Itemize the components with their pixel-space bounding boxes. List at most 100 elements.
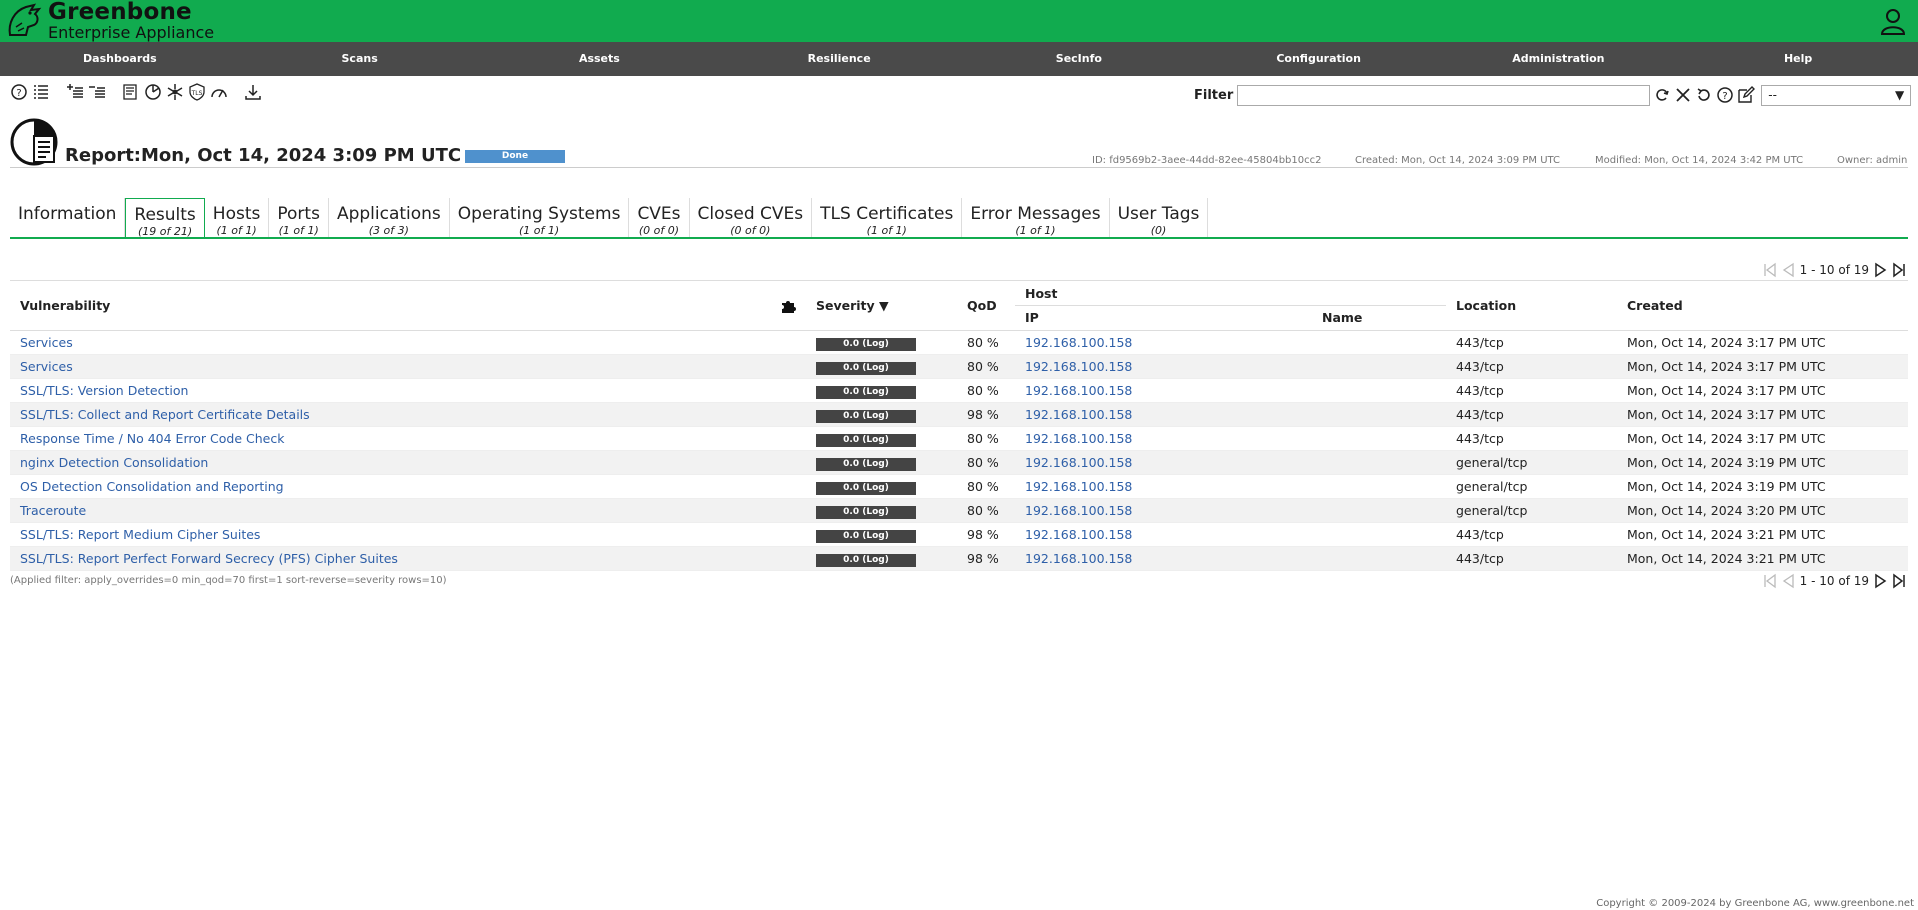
task-icon[interactable]: [122, 83, 140, 101]
tab-cves[interactable]: CVEs (0 of 0): [629, 198, 690, 238]
vulnerabilities-icon[interactable]: [166, 83, 184, 101]
table-row: Response Time / No 404 Error Code Check 0…: [10, 426, 1908, 451]
tab-results[interactable]: Results (19 of 21): [125, 198, 205, 238]
next-page-icon[interactable]: [1873, 262, 1889, 278]
previous-page-icon[interactable]: [1780, 262, 1796, 278]
col-name[interactable]: Name: [1312, 306, 1446, 330]
last-page-icon[interactable]: [1891, 262, 1907, 278]
col-severity[interactable]: Severity ▼: [806, 281, 957, 331]
host-ip-link[interactable]: 192.168.100.158: [1025, 551, 1132, 566]
vulnerability-link[interactable]: Response Time / No 404 Error Code Check: [20, 431, 284, 446]
vulnerability-link[interactable]: SSL/TLS: Version Detection: [20, 383, 188, 398]
refresh-icon[interactable]: [1653, 86, 1671, 104]
tab-operating-systems[interactable]: Operating Systems (1 of 1): [450, 198, 630, 238]
brand-name: Greenbone: [48, 0, 192, 25]
tab-tls-certificates[interactable]: TLS Certificates (1 of 1): [812, 198, 963, 238]
filter-help-icon[interactable]: ?: [1716, 86, 1734, 104]
first-page-icon[interactable]: [1762, 262, 1778, 278]
reset-filter-icon[interactable]: [1695, 86, 1713, 104]
vulnerability-link[interactable]: Services: [20, 335, 73, 350]
table-row: nginx Detection Consolidation 0.0 (Log) 80…: [10, 450, 1908, 475]
severity-bar: 0.0 (Log): [816, 482, 916, 495]
qod-value: 80 %: [957, 426, 1015, 451]
vulnerability-link[interactable]: Services: [20, 359, 73, 374]
next-page-icon[interactable]: [1873, 573, 1889, 589]
qod-value: 80 %: [957, 378, 1015, 403]
vulnerability-link[interactable]: SSL/TLS: Report Medium Cipher Suites: [20, 527, 260, 542]
col-vulnerability[interactable]: Vulnerability: [10, 281, 806, 331]
host-ip-link[interactable]: 192.168.100.158: [1025, 359, 1132, 374]
tab-hosts[interactable]: Hosts (1 of 1): [205, 198, 270, 238]
tab-information[interactable]: Information: [10, 198, 126, 238]
nav-assets[interactable]: Assets: [480, 42, 720, 76]
host-ip-link[interactable]: 192.168.100.158: [1025, 455, 1132, 470]
col-qod[interactable]: QoD: [957, 281, 1015, 331]
vulnerability-link[interactable]: SSL/TLS: Report Perfect Forward Secrecy …: [20, 551, 398, 566]
col-created[interactable]: Created: [1617, 281, 1908, 331]
location-value: 443/tcp: [1446, 354, 1617, 379]
severity-bar: 0.0 (Log): [816, 410, 916, 423]
pagination-top: 1 - 10 of 19: [1761, 261, 1908, 279]
severity-bar: 0.0 (Log): [816, 362, 916, 375]
host-ip-link[interactable]: 192.168.100.158: [1025, 431, 1132, 446]
brand-logo[interactable]: Greenbone Enterprise Appliance: [4, 0, 214, 42]
performance-icon[interactable]: [210, 83, 228, 101]
tab-error-messages[interactable]: Error Messages (1 of 1): [962, 198, 1110, 238]
table-row: Services 0.0 (Log) 80 % 192.168.100.158 443/…: [10, 330, 1908, 355]
previous-page-icon[interactable]: [1780, 573, 1796, 589]
last-page-icon[interactable]: [1891, 573, 1907, 589]
host-ip-link[interactable]: 192.168.100.158: [1025, 335, 1132, 350]
qod-value: 80 %: [957, 354, 1015, 379]
list-icon[interactable]: [32, 83, 50, 101]
created-value: Mon, Oct 14, 2024 3:21 PM UTC: [1617, 522, 1908, 547]
chevron-down-icon: ▼: [1895, 88, 1905, 102]
download-icon[interactable]: [244, 83, 262, 101]
vulnerability-link[interactable]: nginx Detection Consolidation: [20, 455, 208, 470]
tls-certificate-icon[interactable]: TLS: [188, 83, 206, 101]
location-value: 443/tcp: [1446, 546, 1617, 571]
remove-from-assets-icon[interactable]: [88, 83, 106, 101]
tab-user-tags[interactable]: User Tags (0): [1110, 198, 1209, 238]
page-counter: 1 - 10 of 19: [1799, 574, 1869, 588]
location-value: 443/tcp: [1446, 522, 1617, 547]
puzzle-icon: [782, 300, 796, 313]
first-page-icon[interactable]: [1762, 573, 1778, 589]
saved-filter-select[interactable]: -- ▼: [1761, 84, 1912, 106]
severity-bar: 0.0 (Log): [816, 386, 916, 399]
vulnerability-link[interactable]: OS Detection Consolidation and Reporting: [20, 479, 284, 494]
title-divider: [10, 167, 1908, 168]
col-ip[interactable]: IP: [1015, 306, 1312, 330]
nav-resilience[interactable]: Resilience: [719, 42, 959, 76]
report-toolbar: ? TLS: [10, 82, 262, 102]
results-icon[interactable]: [144, 83, 162, 101]
filter-input[interactable]: [1237, 84, 1651, 106]
remove-filter-icon[interactable]: [1674, 86, 1692, 104]
nav-secinfo[interactable]: SecInfo: [959, 42, 1199, 76]
host-ip-link[interactable]: 192.168.100.158: [1025, 383, 1132, 398]
svg-text:TLS: TLS: [191, 90, 203, 97]
filter-bar: Filter ? -- ▼: [1194, 84, 1912, 106]
tab-closed-cves[interactable]: Closed CVEs (0 of 0): [690, 198, 813, 238]
nav-configuration[interactable]: Configuration: [1199, 42, 1439, 76]
vulnerability-link[interactable]: Traceroute: [20, 503, 86, 518]
edit-filter-icon[interactable]: [1737, 86, 1756, 104]
tab-applications[interactable]: Applications (3 of 3): [329, 198, 450, 238]
user-menu-icon[interactable]: [1878, 6, 1908, 36]
vulnerability-link[interactable]: SSL/TLS: Collect and Report Certificate …: [20, 407, 310, 422]
qod-value: 80 %: [957, 498, 1015, 523]
table-row: OS Detection Consolidation and Reporting…: [10, 474, 1908, 499]
help-icon[interactable]: ?: [10, 83, 28, 101]
nav-help[interactable]: Help: [1678, 42, 1918, 76]
table-row: SSL/TLS: Collect and Report Certificate …: [10, 402, 1908, 427]
tab-ports[interactable]: Ports (1 of 1): [269, 198, 329, 238]
nav-administration[interactable]: Administration: [1439, 42, 1679, 76]
host-ip-link[interactable]: 192.168.100.158: [1025, 479, 1132, 494]
qod-value: 80 %: [957, 474, 1015, 499]
add-to-assets-icon[interactable]: [66, 83, 84, 101]
nav-scans[interactable]: Scans: [240, 42, 480, 76]
host-ip-link[interactable]: 192.168.100.158: [1025, 407, 1132, 422]
host-ip-link[interactable]: 192.168.100.158: [1025, 527, 1132, 542]
col-location[interactable]: Location: [1446, 281, 1617, 331]
nav-dashboards[interactable]: Dashboards: [0, 42, 240, 76]
host-ip-link[interactable]: 192.168.100.158: [1025, 503, 1132, 518]
